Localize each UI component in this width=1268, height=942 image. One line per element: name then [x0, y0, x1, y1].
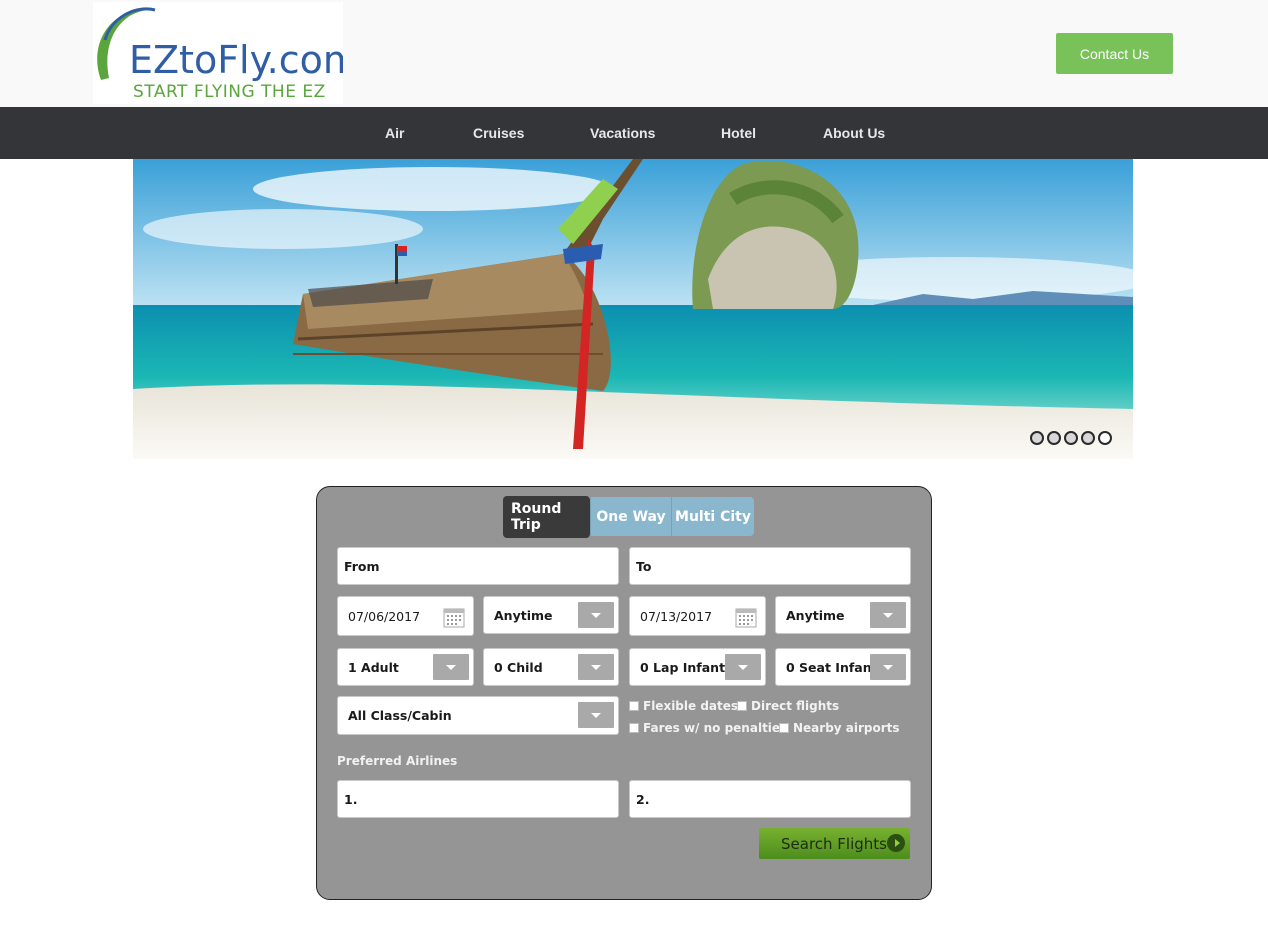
chevron-down-icon	[870, 602, 906, 628]
lap-infant-select[interactable]: 0 Lap Infant	[629, 648, 766, 686]
nav-item-hotel[interactable]: Hotel	[721, 107, 756, 159]
preferred-airlines-label: Preferred Airlines	[337, 754, 458, 768]
tab-one-way-label: One Way	[596, 508, 666, 525]
depart-time-value: Anytime	[494, 607, 553, 623]
chevron-down-icon	[725, 654, 761, 680]
nav-item-vacations[interactable]: Vacations	[590, 107, 655, 159]
play-arrow-icon	[887, 834, 905, 852]
flexible-dates-label: Flexible dates	[643, 699, 739, 713]
site-logo[interactable]: EZtoFly.com START FLYING THE EZ WAY	[93, 2, 343, 104]
direct-flights-label: Direct flights	[751, 699, 840, 713]
nearby-airports-label: Nearby airports	[793, 721, 900, 735]
to-input[interactable]	[630, 548, 910, 584]
from-input[interactable]	[338, 548, 618, 584]
hero-slide-image	[133, 159, 1133, 459]
direct-flights-checkbox[interactable]	[737, 701, 747, 711]
airline-1-field	[337, 780, 619, 818]
logo-tagline: START FLYING THE EZ WAY	[133, 82, 326, 104]
children-select[interactable]: 0 Child	[483, 648, 619, 686]
chevron-down-icon	[578, 702, 614, 728]
no-penalties-label: Fares w/ no penalties	[643, 721, 788, 735]
adults-select[interactable]: 1 Adult	[337, 648, 474, 686]
seat-infant-select[interactable]: 0 Seat Infant	[775, 648, 911, 686]
cabin-class-select[interactable]: All Class/Cabin	[337, 696, 619, 735]
from-field	[337, 547, 619, 585]
nav-item-cruises[interactable]: Cruises	[473, 107, 524, 159]
flexible-dates-option[interactable]: Flexible dates	[629, 699, 738, 713]
flexible-dates-checkbox[interactable]	[629, 701, 639, 711]
slider-pagination	[1030, 431, 1112, 445]
trip-type-tabs: Round Trip One Way Multi City	[503, 495, 754, 538]
chevron-down-icon	[870, 654, 906, 680]
tab-round-trip-label: Round Trip	[503, 495, 590, 538]
slider-dot-5[interactable]	[1098, 431, 1112, 445]
lap-infant-value: 0 Lap Infant	[640, 659, 726, 675]
to-field	[629, 547, 911, 585]
depart-time-select[interactable]: Anytime	[483, 596, 619, 634]
airline-2-input[interactable]	[630, 781, 910, 817]
search-flights-label: Search Flights	[781, 834, 887, 853]
slider-dot-4[interactable]	[1081, 431, 1095, 445]
slider-dot-2[interactable]	[1047, 431, 1061, 445]
return-date-field[interactable]: 07/13/2017	[629, 596, 766, 636]
depart-date-field[interactable]: 07/06/2017	[337, 596, 474, 636]
adults-value: 1 Adult	[348, 659, 399, 675]
tab-multi-city[interactable]: Multi City	[672, 497, 754, 536]
calendar-icon[interactable]	[735, 606, 757, 628]
tab-one-way[interactable]: One Way	[591, 497, 671, 536]
calendar-icon[interactable]	[443, 606, 465, 628]
site-header: EZtoFly.com START FLYING THE EZ WAY Cont…	[0, 0, 1268, 107]
no-penalties-option[interactable]: Fares w/ no penalties	[629, 721, 787, 735]
airline-1-input[interactable]	[338, 781, 618, 817]
tab-multi-city-label: Multi City	[675, 508, 751, 525]
search-flights-button[interactable]: Search Flights	[759, 828, 910, 859]
return-time-select[interactable]: Anytime	[775, 596, 911, 634]
return-time-value: Anytime	[786, 607, 845, 623]
cabin-class-value: All Class/Cabin	[348, 708, 452, 723]
depart-date-value: 07/06/2017	[348, 608, 421, 624]
airline-2-field	[629, 780, 911, 818]
nav-item-about-us[interactable]: About Us	[823, 107, 885, 159]
beach-boat-illustration	[133, 159, 1133, 459]
logo-wordmark: EZtoFly.com	[129, 38, 343, 82]
chevron-down-icon	[433, 654, 469, 680]
return-date-value: 07/13/2017	[640, 608, 713, 624]
nav-item-air[interactable]: Air	[385, 107, 404, 159]
slider-dot-3[interactable]	[1064, 431, 1078, 445]
main-nav: Air Cruises Vacations Hotel About Us	[0, 107, 1268, 159]
nearby-airports-option[interactable]: Nearby airports	[779, 721, 900, 735]
tab-round-trip[interactable]: Round Trip	[503, 495, 590, 538]
children-value: 0 Child	[494, 659, 543, 675]
chevron-down-icon	[578, 654, 614, 680]
contact-us-button[interactable]: Contact Us	[1056, 33, 1173, 74]
direct-flights-option[interactable]: Direct flights	[737, 699, 839, 713]
no-penalties-checkbox[interactable]	[629, 723, 639, 733]
chevron-down-icon	[578, 602, 614, 628]
nearby-airports-checkbox[interactable]	[779, 723, 789, 733]
seat-infant-value: 0 Seat Infant	[786, 659, 878, 675]
slider-dot-1[interactable]	[1030, 431, 1044, 445]
